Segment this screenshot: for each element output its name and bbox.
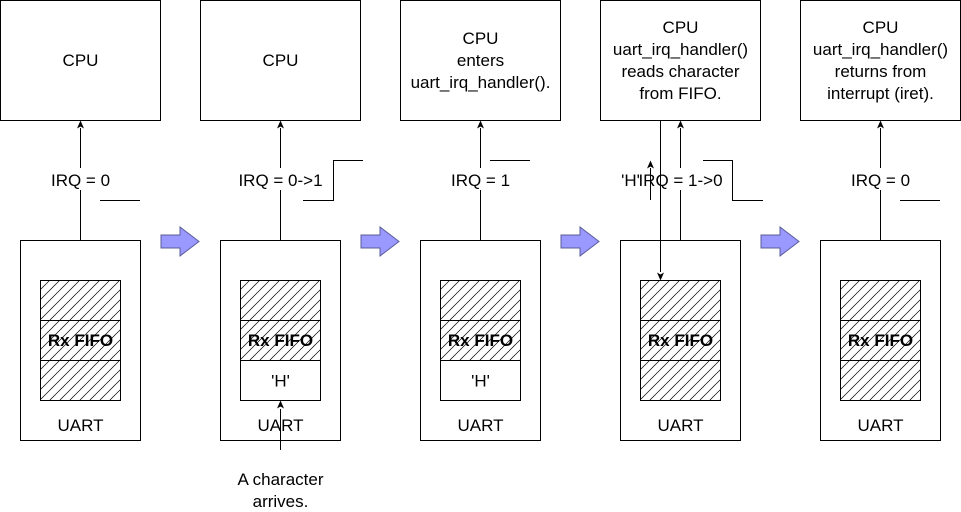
caption-line: arrives. xyxy=(253,492,309,511)
cpu-block: CPU uart_irq_handler()returns from interru… xyxy=(800,0,961,121)
irq-signal: IRQ = 1 xyxy=(447,120,514,240)
next-step-arrow-icon xyxy=(560,225,600,258)
uart-block: Rx FIFO UART xyxy=(820,240,941,441)
panel-step-5: CPU uart_irq_handler()returns from interru… xyxy=(800,0,961,441)
uart-label: UART xyxy=(858,416,904,435)
irq-arrowhead-icon xyxy=(477,120,484,129)
cpu-block: CPU xyxy=(0,0,161,121)
irq-label: IRQ = 1->0 xyxy=(638,171,722,190)
uart-interrupt-diagram: CPU IRQ = 0 Rx FIFO UART CPU IRQ = 0->1 'H' Rx … xyxy=(0,0,961,511)
irq-label: IRQ = 0->1 xyxy=(238,171,322,190)
next-step-arrow-icon xyxy=(760,225,800,258)
fifo-slot-empty xyxy=(40,280,121,321)
rx-fifo-label: Rx FIFO xyxy=(848,331,913,350)
irq-arrowhead-icon xyxy=(277,120,284,129)
rx-fifo: Rx FIFO xyxy=(840,280,921,401)
rx-fifo-label: Rx FIFO xyxy=(648,331,713,350)
cpu-description-line: returns from xyxy=(835,62,927,81)
fifo-slot-empty xyxy=(240,280,321,321)
cpu-block: CPU enters uart_irq_handler(). xyxy=(400,0,561,121)
panel-step-3: CPU enters uart_irq_handler(). IRQ = 1 'H' Rx… xyxy=(400,0,561,441)
fifo-slot-empty xyxy=(640,280,721,321)
fifo-slot-value: 'H' xyxy=(271,372,290,391)
cpu-description-line: uart_irq_handler(). xyxy=(411,73,551,92)
rx-fifo-label: Rx FIFO xyxy=(248,331,313,350)
uart-block: 'H' Rx FIFO UART xyxy=(420,240,541,441)
panel-step-4: CPU uart_irq_handler()reads character from… xyxy=(600,0,763,441)
uart-block: Rx FIFO UART xyxy=(20,240,141,441)
cpu-description-line: uart_irq_handler() xyxy=(813,40,948,59)
rx-fifo: Rx FIFO xyxy=(640,280,721,401)
read-data-label: 'H' xyxy=(621,171,640,190)
caption-line: A character xyxy=(238,470,324,489)
rx-fifo: 'H' Rx FIFO xyxy=(440,280,521,401)
irq-label: IRQ = 0 xyxy=(851,171,910,190)
cpu-label: CPU xyxy=(863,18,899,37)
next-step-arrow-icon xyxy=(360,225,400,258)
cpu-block: CPU uart_irq_handler()reads character from… xyxy=(600,0,761,121)
panel-step-2: CPUIRQ = 0->1'H'Rx FIFOUARTA characterar… xyxy=(200,0,363,511)
rx-fifo: 'H' Rx FIFO xyxy=(240,280,321,401)
rx-fifo-label: Rx FIFO xyxy=(48,331,113,350)
cpu-description-line: interrupt (iret). xyxy=(827,84,934,103)
irq-label: IRQ = 1 xyxy=(451,171,510,190)
fifo-slot-empty xyxy=(40,360,121,401)
fifo-slot-empty xyxy=(440,280,521,321)
cpu-description-line: enters xyxy=(457,51,504,70)
panel-step-1: CPU IRQ = 0 Rx FIFO UART xyxy=(0,0,161,441)
irq-arrowhead-icon xyxy=(677,120,684,129)
fifo-slot-empty xyxy=(840,280,921,321)
cpu-label: CPU xyxy=(63,51,99,70)
cpu-label: CPU xyxy=(663,18,699,37)
rx-fifo-label: Rx FIFO xyxy=(448,331,513,350)
fifo-slot-empty xyxy=(840,360,921,401)
cpu-description-line: reads character xyxy=(621,62,739,81)
uart-label: UART xyxy=(58,416,104,435)
irq-signal: IRQ = 0 xyxy=(847,120,914,240)
step-caption: A character arrives. xyxy=(238,470,324,511)
irq-arrowhead-icon xyxy=(877,120,884,129)
cpu-label: CPU xyxy=(263,51,299,70)
cpu-description-line: from FIFO. xyxy=(639,84,721,103)
irq-signal: IRQ = 0->1 xyxy=(234,120,327,240)
rx-fifo: Rx FIFO xyxy=(40,280,121,401)
irq-signal: IRQ = 1->0 xyxy=(634,120,727,240)
next-step-arrow-icon xyxy=(160,225,200,258)
cpu-block: CPU xyxy=(200,0,361,121)
cpu-label: CPU xyxy=(463,29,499,48)
cpu-description-line: uart_irq_handler() xyxy=(613,40,748,59)
irq-arrowhead-icon xyxy=(77,120,84,129)
uart-label: UART xyxy=(658,416,704,435)
fifo-slot-value: 'H' xyxy=(471,372,490,391)
uart-block: Rx FIFO UART xyxy=(620,240,741,441)
read-indicator-arrowhead-icon xyxy=(647,160,654,169)
irq-label: IRQ = 0 xyxy=(51,171,110,190)
irq-signal: IRQ = 0 xyxy=(47,120,114,240)
fifo-slot-empty xyxy=(640,360,721,401)
uart-label: UART xyxy=(458,416,504,435)
